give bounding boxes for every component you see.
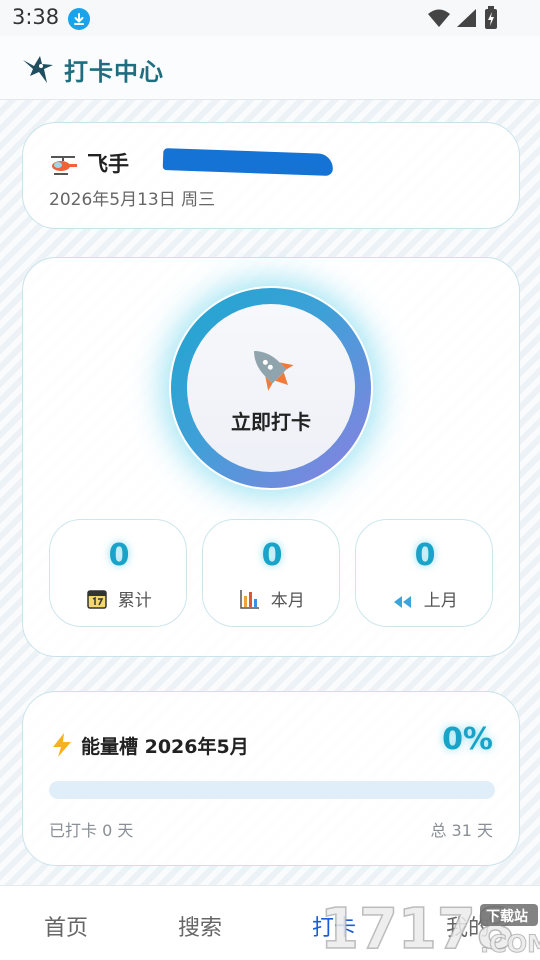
current-date: 2026年5月13日 周三 bbox=[49, 190, 216, 210]
wifi-icon bbox=[427, 8, 451, 32]
energy-progress-bar bbox=[49, 781, 495, 799]
download-icon bbox=[68, 8, 90, 30]
stat-month: 0 本月 bbox=[202, 519, 340, 627]
stat-last-month-label: 上月 bbox=[423, 591, 458, 611]
energy-title: 能量槽 2026年5月 bbox=[81, 736, 249, 758]
nav-item-home[interactable]: 首页 bbox=[44, 910, 88, 942]
rocket-icon bbox=[243, 340, 299, 400]
user-card: 飞手 2026年5月13日 周三 bbox=[22, 122, 520, 229]
stat-total: 0 累计 bbox=[49, 519, 187, 627]
stat-month-label: 本月 bbox=[270, 591, 305, 611]
energy-total-days: 总 31 天 bbox=[430, 821, 493, 840]
signal-icon bbox=[455, 8, 477, 32]
checkin-button-label[interactable]: 立即打卡 bbox=[187, 406, 355, 435]
energy-card: 能量槽 2026年5月 0% 已打卡 0 天 总 31 天 bbox=[22, 691, 520, 866]
rewind-icon bbox=[392, 591, 423, 611]
nav-item-search[interactable]: 搜索 bbox=[178, 910, 222, 942]
battery-icon bbox=[484, 6, 498, 34]
nav-item-checkin[interactable]: 打卡 bbox=[312, 910, 356, 942]
drone-logo-icon bbox=[20, 50, 56, 90]
stat-last-month-value: 0 bbox=[414, 538, 436, 573]
helicopter-icon bbox=[49, 153, 79, 181]
nav-item-profile[interactable]: 我的 bbox=[446, 910, 490, 942]
status-time: 3:38 bbox=[12, 5, 60, 29]
energy-done-days: 已打卡 0 天 bbox=[49, 821, 134, 840]
page-title: 打卡中心 bbox=[64, 58, 164, 86]
stat-last-month: 0 上月 bbox=[355, 519, 493, 627]
redaction-mark bbox=[162, 148, 334, 176]
bar-chart-icon bbox=[239, 590, 270, 611]
lightning-icon bbox=[49, 732, 75, 762]
energy-percent: 0% bbox=[442, 722, 493, 757]
stat-month-value: 0 bbox=[261, 538, 283, 573]
status-bar: 3:38 bbox=[0, 0, 540, 36]
app-header: 打卡中心 bbox=[0, 36, 540, 100]
stat-total-label: 累计 bbox=[117, 591, 152, 611]
user-name: 飞手 bbox=[87, 152, 129, 176]
calendar-icon bbox=[86, 590, 117, 611]
bottom-nav: 首页 搜索 打卡 我的 bbox=[0, 885, 540, 960]
stat-total-value: 0 bbox=[108, 538, 130, 573]
checkin-card: 立即打卡 0 累计 0 本月 0 上月 bbox=[22, 257, 520, 657]
